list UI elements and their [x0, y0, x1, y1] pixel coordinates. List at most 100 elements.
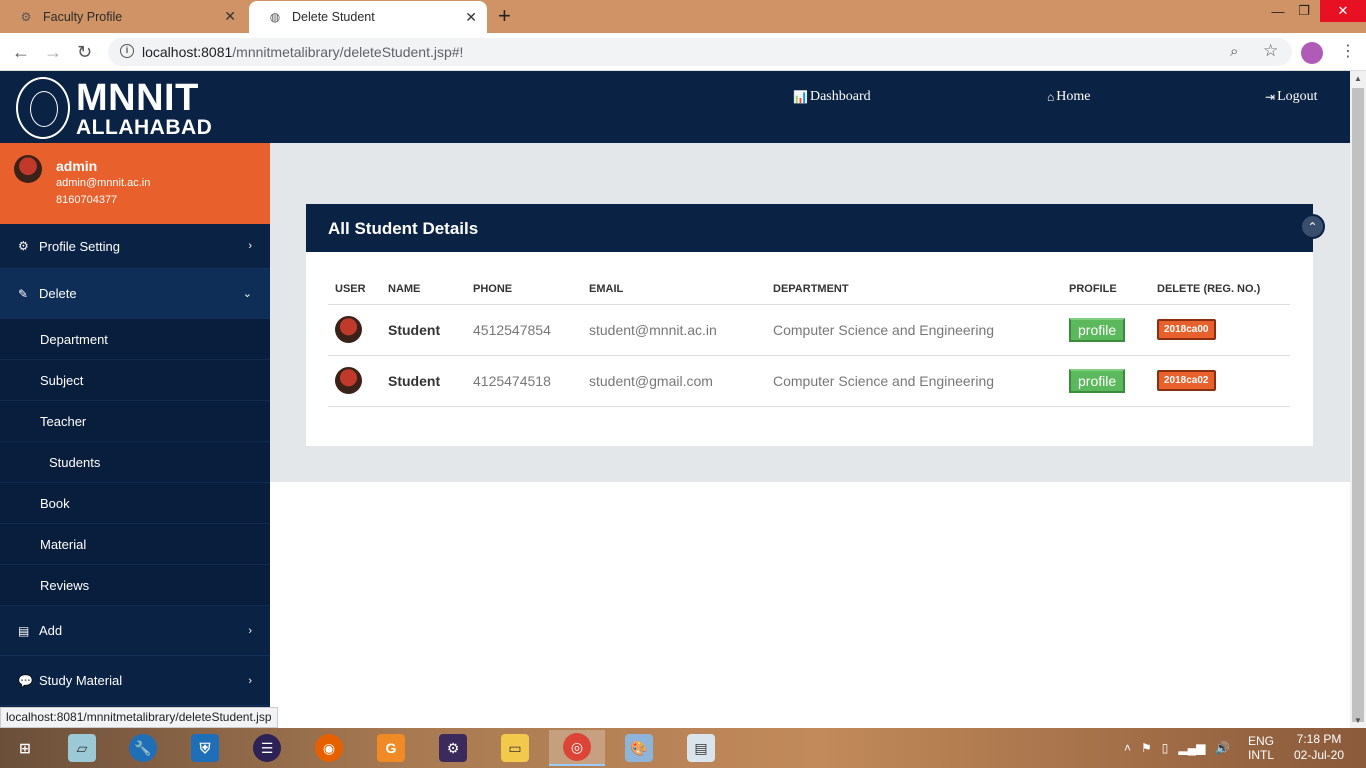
tab-faculty-profile[interactable]: ⚙ Faculty Profile ✕ [0, 0, 246, 33]
sidebar-subitem-students[interactable]: Students [0, 442, 270, 483]
sidebar-subitem-reviews[interactable]: Reviews [0, 565, 270, 606]
nav-home-link[interactable]: ⌂ Home [1047, 89, 1090, 105]
taskbar-pdf-app[interactable]: G [363, 730, 419, 766]
delete-student-button[interactable]: 2018ca02 [1157, 370, 1216, 391]
reload-icon[interactable]: ↻ [77, 42, 92, 63]
shield-icon: ⛨ [191, 734, 219, 762]
nav-dashboard-link[interactable]: 📊 Dashboard [793, 89, 871, 105]
taskbar-tools-app[interactable]: 🔧 [115, 730, 171, 766]
profile-button[interactable]: profile [1069, 368, 1126, 393]
avatar [335, 367, 362, 394]
book-icon: ▤ [18, 623, 30, 638]
window-icon: ▤ [687, 734, 715, 762]
network-icon[interactable]: ⚑ [1141, 741, 1152, 755]
palette-icon: 🎨 [625, 734, 653, 762]
url-input[interactable]: i localhost:8081/mnnitmetalibrary/delete… [108, 38, 1292, 66]
gear-icon: ⚙ [439, 734, 467, 762]
bookmark-star-icon[interactable]: ☆ [1263, 41, 1278, 61]
scroll-down-arrow-icon[interactable]: ▼ [1354, 716, 1362, 725]
sidebar-item-profile-setting[interactable]: ⚙ Profile Setting › [0, 224, 270, 269]
comment-icon: 💬 [18, 673, 33, 688]
student-details-panel: All Student Details ⌃ USER NAME PHONE EM… [306, 204, 1325, 446]
wrench-icon: 🔧 [129, 734, 157, 762]
taskbar-javaee-ide-app[interactable]: ⚙ [425, 730, 481, 766]
firefox-icon: ◉ [315, 734, 343, 762]
new-tab-button[interactable]: + [498, 3, 511, 29]
clock[interactable]: 7:18 PM 02-Jul-20 [1294, 728, 1344, 768]
taskbar-eclipse-app[interactable]: ☰ [239, 730, 295, 766]
tab-title: Delete Student [292, 10, 375, 24]
delete-student-button[interactable]: 2018ca00 [1157, 319, 1216, 340]
student-name: Student [381, 304, 466, 356]
home-icon: ⌂ [1047, 89, 1055, 104]
col-user: USER [328, 274, 381, 305]
taskbar-chrome-app[interactable]: ◎ [549, 730, 605, 766]
table-row: Student 4512547854 student@mnnit.ac.in C… [328, 304, 1290, 356]
sidebar-subitem-book[interactable]: Book [0, 483, 270, 524]
scroll-thumb[interactable] [1352, 88, 1364, 722]
col-department: DEPARTMENT [766, 274, 1062, 305]
chevron-up-icon[interactable]: ˄ [1124, 741, 1131, 755]
taskbar-notes-app[interactable]: ▱ [54, 730, 110, 766]
taskbar-defender-app[interactable]: ⛨ [177, 730, 233, 766]
browser-menu-icon[interactable]: ⋮ [1340, 41, 1356, 61]
chevron-down-icon: ⌄ [242, 288, 252, 300]
window-close-icon[interactable]: ✕ [1320, 0, 1366, 22]
taskbar-paint-app[interactable]: 🎨 [611, 730, 667, 766]
battery-icon[interactable]: ▯ [1162, 741, 1169, 755]
taskbar-firefox-app[interactable]: ◉ [301, 730, 357, 766]
student-department: Computer Science and Engineering [766, 355, 1062, 407]
browser-profile-avatar[interactable] [1301, 42, 1323, 64]
collapse-chevron-up-icon[interactable]: ⌃ [1300, 214, 1325, 239]
taskbar-window-app[interactable]: ▤ [673, 730, 729, 766]
col-phone: PHONE [466, 274, 582, 305]
system-tray: ˄ ⚑ ▯ ▂▄▆ 🔊 [1124, 728, 1230, 768]
tab-delete-student[interactable]: ◍ Delete Student ✕ [249, 1, 487, 33]
nav-logout-link[interactable]: ⇥ Logout [1265, 89, 1318, 105]
student-department: Computer Science and Engineering [766, 304, 1062, 356]
student-email: student@mnnit.ac.in [582, 304, 766, 356]
sidebar-subitem-department[interactable]: Department [0, 319, 270, 360]
windows-taskbar: ⊞ ▱ 🔧 ⛨ ☰ ◉ G ⚙ ▭ ◎ 🎨 ▤ ˄ ⚑ ▯ ▂▄▆ 🔊 ENG … [0, 728, 1366, 768]
page-scrollbar[interactable]: ▲ ▼ [1350, 71, 1366, 728]
sidebar-subitem-material[interactable]: Material [0, 524, 270, 565]
info-icon[interactable]: i [120, 44, 134, 58]
sidebar-item-add[interactable]: ▤ Add › [0, 606, 270, 656]
sidebar: admin admin@mnnit.ac.in 8160704377 ⚙ Pro… [0, 143, 270, 728]
forward-arrow-icon[interactable]: → [44, 42, 62, 63]
url-text: localhost:8081/mnnitmetalibrary/deleteSt… [142, 44, 464, 60]
windows-start-button[interactable]: ⊞ [4, 730, 46, 766]
speaker-icon[interactable]: 🔊 [1215, 741, 1230, 755]
pdf-icon: G [377, 734, 405, 762]
back-arrow-icon[interactable]: ← [12, 42, 30, 63]
sidebar-subitem-teacher[interactable]: Teacher [0, 401, 270, 442]
col-name: NAME [381, 274, 466, 305]
zoom-icon[interactable]: ⌕ [1230, 43, 1238, 60]
sidebar-item-study-material[interactable]: 💬 Study Material › [0, 656, 270, 706]
mnnit-logo: MNNIT ALLAHABAD [16, 77, 212, 139]
status-url: localhost:8081/mnnitmetalibrary/deleteSt… [0, 707, 278, 728]
tab-close-icon[interactable]: ✕ [465, 9, 477, 26]
seal-icon: ⚙ [20, 9, 32, 24]
browser-tabbar: ⚙ Faculty Profile ✕ ◍ Delete Student ✕ +… [0, 0, 1366, 33]
profile-button[interactable]: profile [1069, 317, 1126, 342]
avatar [335, 316, 362, 343]
restore-icon[interactable]: ❐ [1294, 0, 1314, 22]
tab-close-icon[interactable]: ✕ [224, 8, 236, 25]
chevron-right-icon: › [248, 674, 252, 687]
language-indicator[interactable]: ENG INTL [1248, 728, 1274, 768]
student-name: Student [381, 355, 466, 407]
notepad-icon: ▱ [68, 734, 96, 762]
signal-icon[interactable]: ▂▄▆ [1178, 741, 1205, 755]
chevron-right-icon: › [248, 624, 252, 637]
bar-chart-icon: 📊 [793, 89, 808, 104]
scroll-up-arrow-icon[interactable]: ▲ [1354, 74, 1362, 83]
sidebar-item-delete[interactable]: ✎ Delete ⌄ [0, 269, 270, 319]
windows-logo-icon: ⊞ [19, 739, 31, 756]
eclipse-icon: ☰ [253, 734, 281, 762]
minimize-icon[interactable]: — [1268, 0, 1288, 22]
tab-title: Faculty Profile [43, 9, 123, 24]
pencil-icon: ✎ [18, 286, 29, 301]
sidebar-subitem-subject[interactable]: Subject [0, 360, 270, 401]
taskbar-file-explorer-app[interactable]: ▭ [487, 730, 543, 766]
